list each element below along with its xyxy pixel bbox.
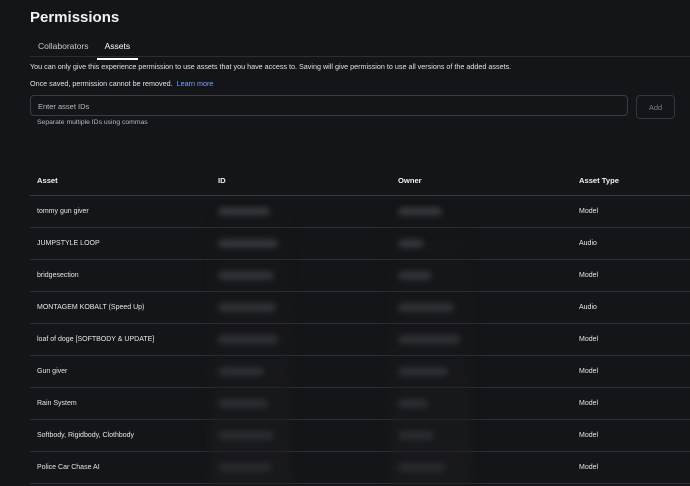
asset-name: Rain System — [37, 400, 77, 407]
asset-id-redacted — [218, 292, 276, 323]
asset-id-redacted — [218, 420, 274, 451]
asset-owner-redacted — [398, 388, 428, 419]
table-row[interactable]: loaf of doge [SOFTBODY & UPDATE] Model — [30, 324, 690, 356]
asset-type: Model — [579, 432, 599, 439]
permission-description: You can only give this experience permis… — [30, 62, 512, 71]
asset-owner-redacted — [398, 420, 434, 451]
asset-type: Audio — [579, 304, 597, 311]
tab-divider — [30, 56, 690, 57]
table-row[interactable]: bridgesection Model — [30, 260, 690, 292]
learn-more-link[interactable]: Learn more — [177, 79, 214, 88]
asset-type: Model — [579, 336, 599, 343]
table-row[interactable]: JUMPSTYLE LOOP Audio — [30, 228, 690, 260]
asset-type: Model — [579, 368, 599, 375]
asset-type: Model — [579, 208, 599, 215]
permission-warning-text: Once saved, permission cannot be removed… — [30, 79, 173, 88]
asset-owner-redacted — [398, 324, 460, 355]
page-title: Permissions — [30, 9, 120, 26]
column-header-asset[interactable]: Asset — [37, 165, 58, 195]
table-row[interactable]: Softbody, Rigidbody, Clothbody Model — [30, 420, 690, 452]
column-header-asset-type[interactable]: Asset Type — [579, 165, 619, 195]
asset-id-redacted — [218, 228, 278, 259]
table-row[interactable]: Rain System Model — [30, 388, 690, 420]
asset-id-redacted — [218, 388, 268, 419]
asset-name: bridgesection — [37, 272, 79, 279]
asset-owner-redacted — [398, 292, 454, 323]
asset-type: Model — [579, 400, 599, 407]
asset-ids-input[interactable] — [31, 97, 627, 116]
asset-name: Gun giver — [37, 368, 68, 375]
asset-name: tommy gun giver — [37, 208, 89, 215]
asset-ids-hint: Separate multiple IDs using commas — [37, 119, 148, 126]
table-row[interactable]: Gun giver Model — [30, 356, 690, 388]
asset-id-redacted — [218, 452, 272, 483]
table-row[interactable]: MONTAGEM KOBALT (Speed Up) Audio — [30, 292, 690, 324]
asset-name: MONTAGEM KOBALT (Speed Up) — [37, 304, 145, 311]
asset-id-redacted — [218, 260, 274, 291]
column-header-id[interactable]: ID — [218, 165, 226, 195]
asset-type: Model — [579, 272, 599, 279]
asset-ids-field[interactable] — [30, 95, 628, 116]
asset-owner-redacted — [398, 228, 424, 259]
asset-type: Model — [579, 464, 599, 471]
asset-name: loaf of doge [SOFTBODY & UPDATE] — [37, 336, 155, 343]
asset-name: JUMPSTYLE LOOP — [37, 240, 100, 247]
table-row[interactable]: Police Car Chase AI Model — [30, 452, 690, 484]
permissions-page: Permissions Collaborators Assets You can… — [0, 0, 690, 486]
assets-table: Asset ID Owner Asset Type tommy gun give… — [30, 165, 690, 484]
add-button[interactable]: Add — [636, 95, 675, 119]
asset-type: Audio — [579, 240, 597, 247]
permission-warning: Once saved, permission cannot be removed… — [30, 79, 213, 88]
table-row[interactable]: tommy gun giver Model — [30, 196, 690, 228]
table-header: Asset ID Owner Asset Type — [30, 165, 690, 196]
asset-owner-redacted — [398, 356, 448, 387]
asset-id-redacted — [218, 324, 278, 355]
asset-name: Softbody, Rigidbody, Clothbody — [37, 432, 135, 439]
asset-owner-redacted — [398, 452, 446, 483]
asset-name: Police Car Chase AI — [37, 464, 100, 471]
asset-owner-redacted — [398, 196, 442, 227]
asset-owner-redacted — [398, 260, 432, 291]
asset-id-redacted — [218, 356, 264, 387]
asset-id-redacted — [218, 196, 270, 227]
column-header-owner[interactable]: Owner — [398, 165, 422, 195]
